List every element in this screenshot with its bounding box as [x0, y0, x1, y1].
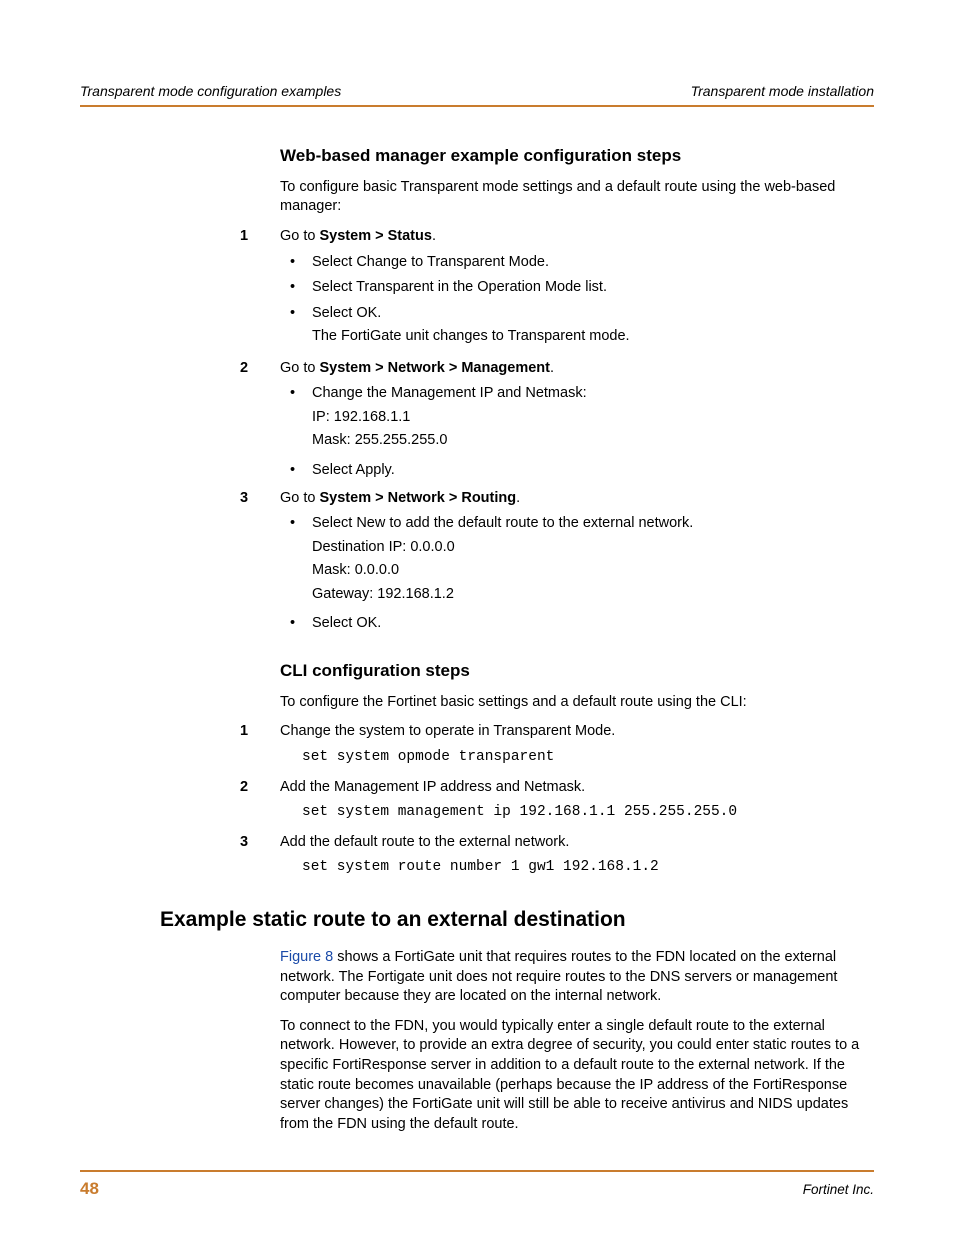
bullet-text: Select New to add the default route to t…: [312, 514, 874, 608]
text: Go to: [280, 228, 320, 244]
bullet-icon: [290, 514, 312, 534]
bullet-item: Select New to add the default route to t…: [280, 514, 874, 608]
text: Change the Management IP and Netmask:: [312, 384, 874, 404]
section-heading-cli: CLI configuration steps: [280, 660, 874, 683]
text: Go to: [280, 490, 320, 506]
bullet-text: Select Apply.: [312, 461, 874, 481]
ordered-step: 3 Go to System > Network > Routing. Sele…: [280, 489, 874, 634]
step-text: Add the default route to the external ne…: [280, 833, 874, 853]
step-number: 2: [240, 778, 280, 798]
text: .: [550, 360, 554, 376]
text: Mask: 255.255.255.0: [312, 431, 874, 451]
bullet-item: Change the Management IP and Netmask: IP…: [280, 384, 874, 455]
page-footer: 48 Fortinet Inc.: [80, 1170, 874, 1201]
text: IP: 192.168.1.1: [312, 408, 874, 428]
text: Go to: [280, 360, 320, 376]
menu-path: System > Network > Management: [320, 360, 550, 376]
step-number: 2: [240, 359, 280, 379]
text: shows a FortiGate unit that requires rou…: [280, 949, 837, 1004]
bullet-text: Select OK. The FortiGate unit changes to…: [312, 304, 874, 351]
code-block: set system route number 1 gw1 192.168.1.…: [302, 858, 874, 878]
code-block: set system opmode transparent: [302, 748, 874, 768]
paragraph: To connect to the FDN, you would typical…: [280, 1017, 874, 1134]
intro-paragraph: To configure basic Transparent mode sett…: [280, 178, 874, 217]
page-number: 48: [80, 1178, 99, 1201]
header-left: Transparent mode configuration examples: [80, 82, 341, 101]
figure-link[interactable]: Figure 8: [280, 949, 333, 965]
bullet-icon: [290, 614, 312, 634]
section-heading-web-manager: Web-based manager example configuration …: [280, 145, 874, 168]
text: Select New to add the default route to t…: [312, 514, 874, 534]
bullet-icon: [290, 384, 312, 404]
page: Transparent mode configuration examples …: [0, 0, 954, 1134]
step-number: 3: [240, 833, 280, 853]
ordered-step: 1 Go to System > Status. Select Change t…: [280, 227, 874, 351]
code-block: set system management ip 192.168.1.1 255…: [302, 803, 874, 823]
step-text: Add the Management IP address and Netmas…: [280, 778, 874, 798]
step-number: 3: [240, 489, 280, 509]
text: Gateway: 192.168.1.2: [312, 585, 874, 605]
step-number: 1: [240, 227, 280, 247]
bullet-item: Select Change to Transparent Mode.: [280, 253, 874, 273]
step-text: Go to System > Network > Management.: [280, 359, 874, 379]
bullet-text: Select OK.: [312, 614, 874, 634]
text: The FortiGate unit changes to Transparen…: [312, 327, 874, 347]
section-heading-static-route: Example static route to an external dest…: [80, 906, 874, 934]
ordered-step: 2 Add the Management IP address and Netm…: [240, 778, 874, 798]
menu-path: System > Status: [320, 228, 432, 244]
text: Destination IP: 0.0.0.0: [312, 538, 874, 558]
bullet-item: Select OK.: [280, 614, 874, 634]
bullet-icon: [290, 304, 312, 324]
bullet-icon: [290, 278, 312, 298]
bullet-text: Select Change to Transparent Mode.: [312, 253, 874, 273]
running-header: Transparent mode configuration examples …: [80, 82, 874, 107]
step-number: 1: [240, 722, 280, 742]
text: Mask: 0.0.0.0: [312, 561, 874, 581]
ordered-step: 2 Go to System > Network > Management. C…: [280, 359, 874, 481]
bullet-text: Change the Management IP and Netmask: IP…: [312, 384, 874, 455]
footer-company: Fortinet Inc.: [803, 1181, 874, 1199]
step-text: Go to System > Status.: [280, 227, 874, 247]
bullet-text: Select Transparent in the Operation Mode…: [312, 278, 874, 298]
intro-paragraph: To configure the Fortinet basic settings…: [280, 693, 874, 713]
text: Select OK.: [312, 304, 874, 324]
bullet-icon: [290, 253, 312, 273]
ordered-step: 1 Change the system to operate in Transp…: [240, 722, 874, 742]
step-text: Change the system to operate in Transpar…: [280, 722, 874, 742]
text: .: [432, 228, 436, 244]
bullet-item: Select Transparent in the Operation Mode…: [280, 278, 874, 298]
content-column: Web-based manager example configuration …: [80, 145, 874, 1134]
ordered-step: 3 Add the default route to the external …: [240, 833, 874, 853]
step-text: Go to System > Network > Routing.: [280, 489, 874, 509]
menu-path: System > Network > Routing: [320, 490, 517, 506]
bullet-icon: [290, 461, 312, 481]
bullet-item: Select Apply.: [280, 461, 874, 481]
bullet-item: Select OK. The FortiGate unit changes to…: [280, 304, 874, 351]
paragraph: Figure 8 shows a FortiGate unit that req…: [280, 948, 874, 1007]
text: .: [516, 490, 520, 506]
header-right: Transparent mode installation: [691, 82, 874, 101]
